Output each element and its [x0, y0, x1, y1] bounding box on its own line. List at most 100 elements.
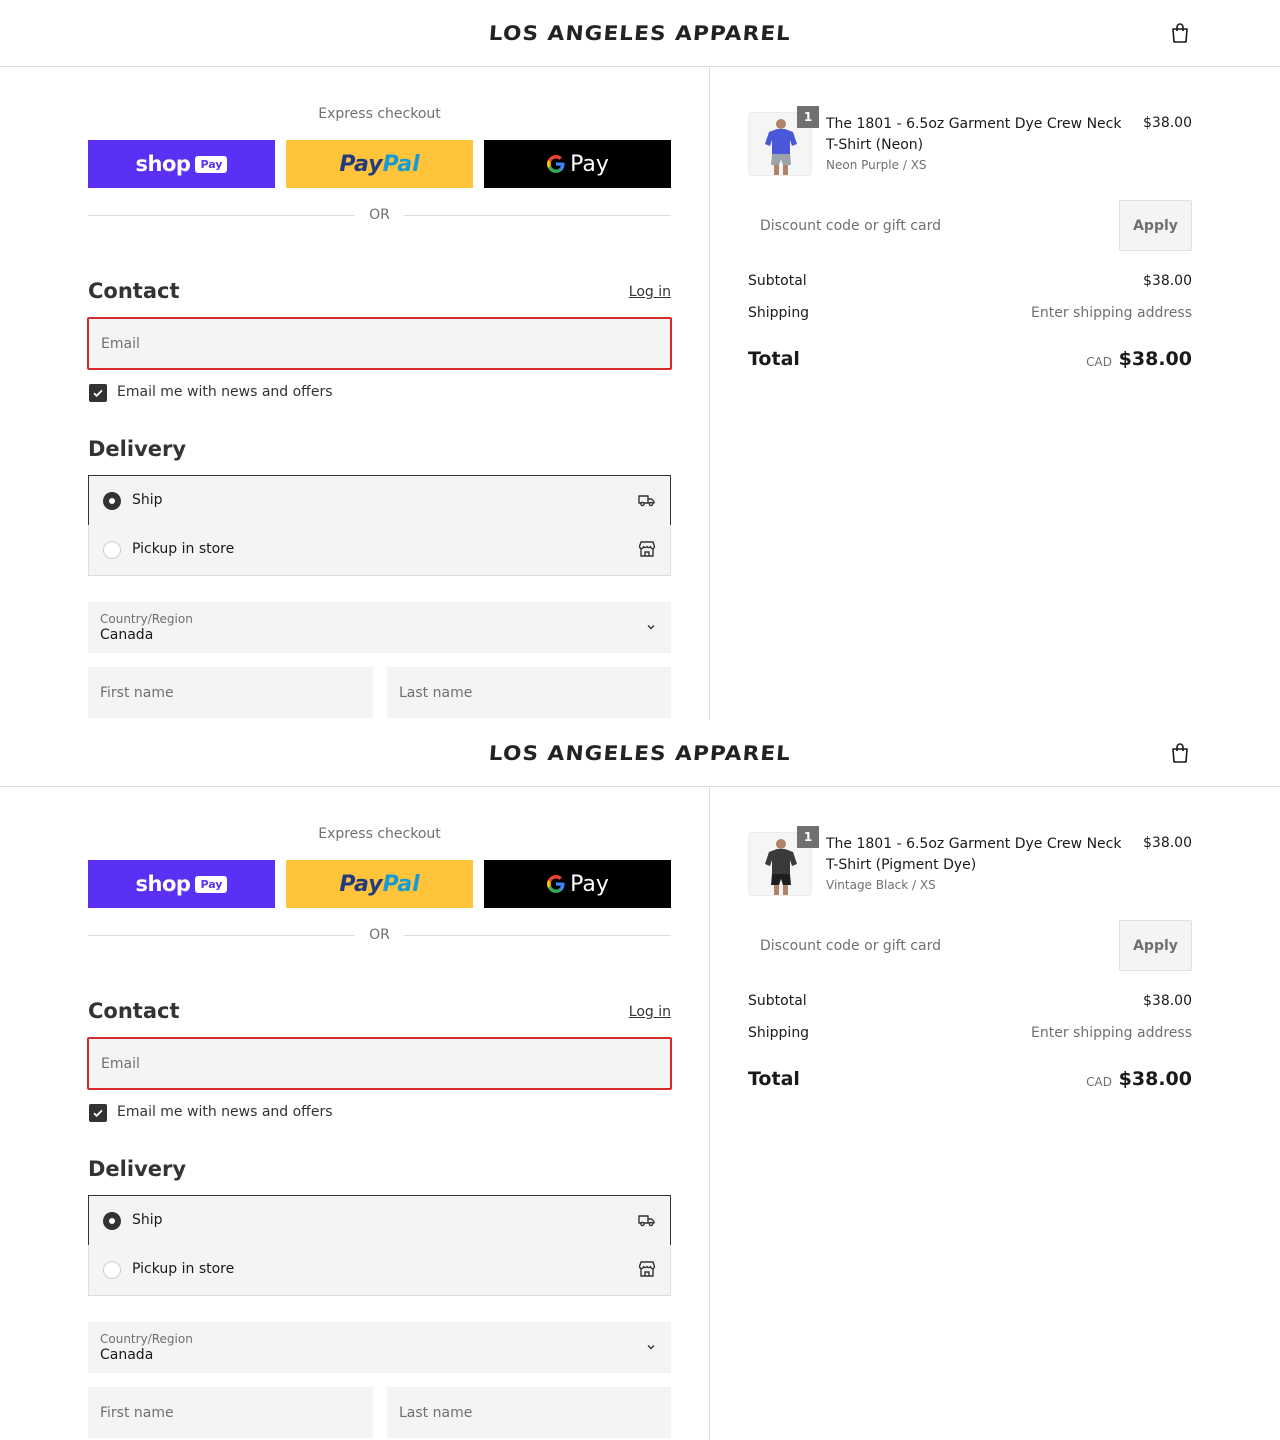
paypal-wordmark-pal: Pal — [382, 871, 420, 897]
product-name: The 1801 - 6.5oz Garment Dye Crew Neck T… — [826, 116, 1122, 153]
login-link[interactable]: Log in — [600, 284, 671, 300]
pickup-label: Pickup in store — [132, 541, 235, 557]
total-value: $38.00 — [1118, 1068, 1192, 1090]
discount-input[interactable] — [748, 920, 1112, 971]
apply-discount-button[interactable]: Apply — [1119, 200, 1192, 251]
delivery-option-ship[interactable]: Ship — [88, 1195, 671, 1246]
subtotal-label: Subtotal — [748, 273, 807, 289]
product-name: The 1801 - 6.5oz Garment Dye Crew Neck T… — [826, 836, 1122, 873]
column-divider — [709, 787, 710, 1440]
google-g-icon — [547, 875, 565, 893]
discount-input[interactable] — [748, 200, 1112, 251]
store-icon — [638, 541, 656, 557]
pickup-radio[interactable] — [103, 1261, 121, 1279]
delivery-heading: Delivery — [88, 1157, 187, 1181]
country-select[interactable]: Country/Region Canada — [88, 602, 671, 653]
pickup-radio[interactable] — [103, 541, 121, 559]
brand-logo[interactable]: LOS ANGELES APPAREL — [471, 21, 810, 45]
chevron-down-icon — [647, 625, 655, 630]
last-name-field[interactable] — [387, 667, 671, 718]
total-value: $38.00 — [1118, 348, 1192, 370]
product-price: $38.00 — [1143, 835, 1192, 851]
product-variant: Vintage Black / XS — [826, 878, 936, 892]
shipping-label: Shipping — [748, 1025, 810, 1041]
google-g-icon — [547, 155, 565, 173]
country-value: Canada — [100, 627, 154, 643]
paypal-wordmark-pay: Pay — [339, 871, 383, 897]
newsletter-label: Email me with news and offers — [117, 384, 333, 400]
shop-pay-button[interactable]: shop Pay — [88, 860, 275, 908]
checkmark-icon — [93, 1109, 103, 1118]
delivery-option-pickup[interactable]: Pickup in store — [88, 525, 671, 576]
ship-radio[interactable] — [103, 492, 121, 510]
country-value: Canada — [100, 1347, 154, 1363]
or-divider-right — [404, 215, 671, 216]
first-name-input[interactable] — [88, 1387, 373, 1438]
first-name-field[interactable] — [88, 1387, 373, 1438]
google-pay-wordmark: Pay — [570, 871, 609, 897]
subtotal-label: Subtotal — [748, 993, 807, 1009]
contact-heading: Contact — [88, 999, 180, 1023]
store-icon — [638, 1261, 656, 1277]
newsletter-label: Email me with news and offers — [117, 1104, 333, 1120]
login-link[interactable]: Log in — [600, 1004, 671, 1020]
ship-label: Ship — [132, 492, 163, 508]
country-label: Country/Region — [100, 1332, 193, 1346]
email-field[interactable] — [87, 317, 672, 370]
ship-label: Ship — [132, 1212, 163, 1228]
checkout-panel: LOS ANGELES APPAREL Express checkout sho… — [0, 0, 1280, 720]
truck-icon — [638, 1215, 655, 1227]
shipping-value: Enter shipping address — [1031, 1025, 1192, 1041]
brand-logo[interactable]: LOS ANGELES APPAREL — [471, 741, 810, 765]
apply-discount-button[interactable]: Apply — [1119, 920, 1192, 971]
delivery-option-ship[interactable]: Ship — [88, 475, 671, 526]
pickup-label: Pickup in store — [132, 1261, 235, 1277]
paypal-button[interactable]: Pay Pal — [286, 860, 473, 908]
column-divider — [709, 67, 710, 720]
google-pay-button[interactable]: Pay — [484, 860, 671, 908]
country-select[interactable]: Country/Region Canada — [88, 1322, 671, 1373]
contact-heading: Contact — [88, 279, 180, 303]
email-field[interactable] — [87, 1037, 672, 1090]
or-divider-left — [88, 215, 355, 216]
currency-code: CAD — [1086, 1075, 1112, 1089]
discount-field[interactable] — [748, 200, 1112, 251]
country-label: Country/Region — [100, 612, 193, 626]
last-name-field[interactable] — [387, 1387, 671, 1438]
discount-field[interactable] — [748, 920, 1112, 971]
subtotal-value: $38.00 — [1143, 993, 1192, 1009]
shopping-bag-icon[interactable] — [1168, 21, 1192, 45]
product-price: $38.00 — [1143, 115, 1192, 131]
quantity-badge: 1 — [797, 826, 819, 848]
paypal-wordmark-pal: Pal — [382, 151, 420, 177]
delivery-option-pickup[interactable]: Pickup in store — [88, 1245, 671, 1296]
email-input[interactable] — [89, 1039, 670, 1088]
checkmark-icon — [93, 389, 103, 398]
last-name-input[interactable] — [387, 1387, 671, 1438]
ship-radio[interactable] — [103, 1212, 121, 1230]
or-divider-left — [88, 935, 355, 936]
paypal-button[interactable]: Pay Pal — [286, 140, 473, 188]
or-divider-right — [404, 935, 671, 936]
chevron-down-icon — [647, 1345, 655, 1350]
email-input[interactable] — [89, 319, 670, 368]
shipping-value: Enter shipping address — [1031, 305, 1192, 321]
express-checkout-title: Express checkout — [318, 106, 441, 122]
google-pay-wordmark: Pay — [570, 151, 609, 177]
delivery-heading: Delivery — [88, 437, 187, 461]
quantity-badge: 1 — [797, 106, 819, 128]
shop-pay-badge: Pay — [195, 875, 228, 893]
express-checkout-title: Express checkout — [318, 826, 441, 842]
shop-pay-button[interactable]: shop Pay — [88, 140, 275, 188]
shop-pay-wordmark: shop — [135, 872, 191, 896]
shopping-bag-icon[interactable] — [1168, 741, 1192, 765]
google-pay-button[interactable]: Pay — [484, 140, 671, 188]
newsletter-checkbox[interactable] — [89, 384, 107, 402]
first-name-input[interactable] — [88, 667, 373, 718]
truck-icon — [638, 495, 655, 507]
subtotal-value: $38.00 — [1143, 273, 1192, 289]
last-name-input[interactable] — [387, 667, 671, 718]
product-variant: Neon Purple / XS — [826, 158, 927, 172]
first-name-field[interactable] — [88, 667, 373, 718]
newsletter-checkbox[interactable] — [89, 1104, 107, 1122]
